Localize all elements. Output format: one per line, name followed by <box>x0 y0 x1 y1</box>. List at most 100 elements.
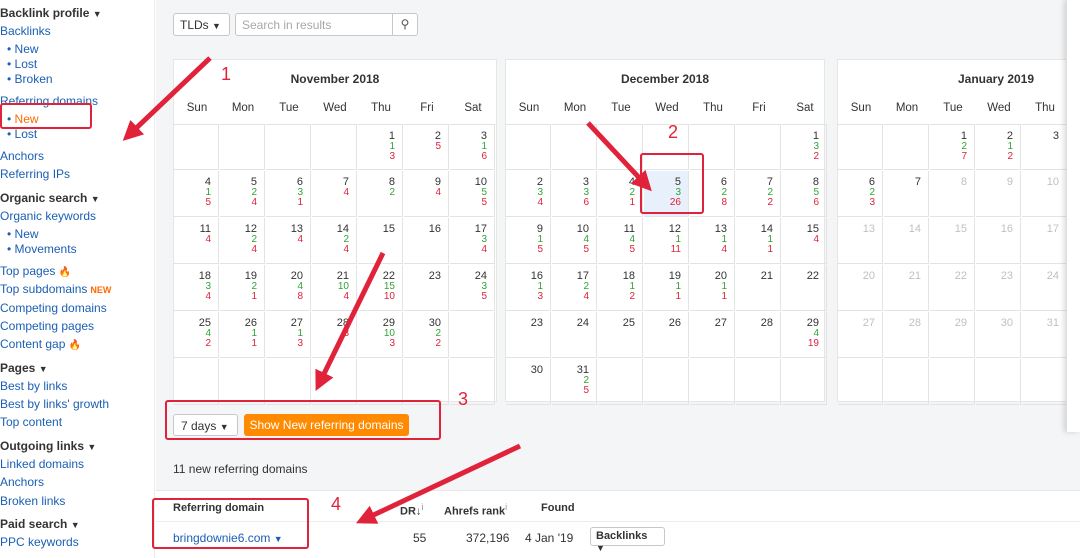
calendar-day-cell[interactable]: 16 1 3 <box>506 265 551 311</box>
sidebar-item-organic-keywords-new[interactable]: New <box>7 227 39 241</box>
calendar-day-cell[interactable]: 11 4 <box>174 218 219 264</box>
calendar-day-cell[interactable]: 18 1 2 <box>598 265 643 311</box>
calendar-day-cell[interactable]: 14 1 1 <box>736 218 781 264</box>
calendar-day-cell[interactable]: 22 <box>930 265 975 311</box>
calendar-day-cell[interactable]: 22 15 10 <box>358 265 403 311</box>
calendar-day-cell[interactable]: 19 2 1 <box>220 265 265 311</box>
calendar-day-cell[interactable]: 28 3 <box>312 312 357 358</box>
calendar-day-cell[interactable]: 20 1 1 <box>690 265 735 311</box>
calendar-day-cell[interactable]: 24 <box>1022 265 1067 311</box>
calendar-day-cell[interactable]: 17 3 4 <box>450 218 495 264</box>
calendar-day-cell[interactable]: 13 <box>838 218 883 264</box>
sidebar-item-backlinks-broken[interactable]: Broken <box>7 72 53 86</box>
calendar-day-cell[interactable]: 14 2 4 <box>312 218 357 264</box>
calendar-day-cell[interactable]: 29 10 3 <box>358 312 403 358</box>
calendar-day-cell[interactable]: 30 2 2 <box>404 312 449 358</box>
calendar-day-cell[interactable]: 23 <box>404 265 449 311</box>
sidebar-item-linked-domains[interactable]: Linked domains <box>0 457 84 471</box>
search-button[interactable]: ⚲ <box>392 13 418 36</box>
calendar-day-cell[interactable]: 12 2 4 <box>220 218 265 264</box>
calendar-day-cell[interactable]: 25 4 2 <box>174 312 219 358</box>
sidebar-item-ppc-keywords[interactable]: PPC keywords <box>0 535 79 549</box>
sidebar-item-referring-ips[interactable]: Referring IPs <box>0 167 70 181</box>
sidebar-item-backlinks-lost[interactable]: Lost <box>7 57 38 71</box>
calendar-day-cell[interactable]: 15 4 <box>782 218 827 264</box>
calendar-day-cell[interactable]: 17 <box>1022 218 1067 264</box>
calendar-day-cell[interactable]: 28 <box>884 312 929 358</box>
calendar-day-cell[interactable]: 23 <box>976 265 1021 311</box>
calendar-day-cell[interactable]: 25 <box>404 124 449 170</box>
sidebar-item-organic-keywords[interactable]: Organic keywords <box>0 209 96 223</box>
sidebar-item-backlinks[interactable]: Backlinks <box>0 24 51 38</box>
calendar-day-cell[interactable]: 524 <box>220 171 265 217</box>
calendar-day-cell[interactable]: 16 <box>976 218 1021 264</box>
calendar-day-cell[interactable]: 94 <box>404 171 449 217</box>
calendar-day-cell[interactable]: 24 3 5 <box>450 265 495 311</box>
calendar-day-cell[interactable]: 20 4 8 <box>266 265 311 311</box>
calendar-day-cell[interactable]: 82 <box>358 171 403 217</box>
calendar-day-cell[interactable]: 336 <box>552 171 597 217</box>
calendar-day-cell[interactable]: 132 <box>782 124 827 170</box>
calendar-day-cell[interactable]: 421 <box>598 171 643 217</box>
calendar-day-cell[interactable]: 31 <box>1022 312 1067 358</box>
sidebar-heading-backlink-profile[interactable]: Backlink profile ▼ <box>0 6 102 21</box>
sidebar-heading-organic-search[interactable]: Organic search ▼ <box>0 191 100 206</box>
calendar-day-cell[interactable]: 722 <box>736 171 781 217</box>
calendar-day-cell[interactable]: 13 4 <box>266 218 311 264</box>
sidebar-item-best-by-links-growth[interactable]: Best by links' growth <box>0 397 109 411</box>
calendar-day-cell[interactable]: 623 <box>838 171 883 217</box>
calendar-day-cell[interactable]: 74 <box>312 171 357 217</box>
sidebar-item-broken-links[interactable]: Broken links <box>0 494 65 508</box>
calendar-day-cell[interactable]: 234 <box>506 171 551 217</box>
calendar-day-cell[interactable]: 21 <box>884 265 929 311</box>
calendar-day-cell[interactable]: 9 <box>976 171 1021 217</box>
calendar-day-cell[interactable]: 12 1 11 <box>644 218 689 264</box>
sidebar-item-referring-domains-lost[interactable]: Lost <box>7 127 38 141</box>
calendar-day-cell[interactable]: 29 4 19 <box>782 312 827 358</box>
calendar-day-cell[interactable]: 127 <box>930 124 975 170</box>
search-input[interactable] <box>235 13 393 36</box>
sidebar-item-competing-domains[interactable]: Competing domains <box>0 301 107 315</box>
calendar-day-cell[interactable]: 212 <box>976 124 1021 170</box>
calendar-day-cell[interactable]: 20 <box>838 265 883 311</box>
sidebar-item-content-gap[interactable]: Content gap 🔥 <box>0 337 81 353</box>
calendar-day-cell[interactable]: 21 <box>736 265 781 311</box>
sidebar-heading-paid-search[interactable]: Paid search ▼ <box>0 517 80 532</box>
calendar-day-cell[interactable]: 8 <box>930 171 975 217</box>
sidebar-heading-outgoing-links[interactable]: Outgoing links ▼ <box>0 439 96 454</box>
calendar-day-cell[interactable]: 29 <box>930 312 975 358</box>
sidebar-item-outgoing-anchors[interactable]: Anchors <box>0 475 44 489</box>
calendar-day-cell[interactable]: 3 <box>1022 124 1067 170</box>
calendar-day-cell[interactable]: 7 <box>884 171 929 217</box>
calendar-day-cell[interactable]: 23 <box>506 312 551 358</box>
calendar-day-cell[interactable]: 30 <box>506 359 551 405</box>
sidebar-item-top-pages[interactable]: Top pages 🔥 <box>0 264 71 280</box>
calendar-day-cell[interactable]: 26 1 1 <box>220 312 265 358</box>
sidebar-item-competing-pages[interactable]: Competing pages <box>0 319 94 333</box>
sidebar-item-top-subdomains[interactable]: Top subdomains NEW <box>0 282 111 297</box>
calendar-day-cell[interactable]: 415 <box>174 171 219 217</box>
calendar-day-cell[interactable]: 15 <box>930 218 975 264</box>
calendar-day-cell[interactable]: 25 <box>598 312 643 358</box>
calendar-day-cell[interactable]: 19 1 1 <box>644 265 689 311</box>
sidebar-item-top-content[interactable]: Top content <box>0 415 62 429</box>
calendar-day-cell[interactable]: 10 5 5 <box>450 171 495 217</box>
sidebar-heading-pages[interactable]: Pages ▼ <box>0 361 48 376</box>
calendar-day-cell[interactable]: 856 <box>782 171 827 217</box>
sidebar-item-organic-keywords-movements[interactable]: Movements <box>7 242 77 256</box>
calendar-day-cell[interactable]: 22 <box>782 265 827 311</box>
sidebar-item-anchors[interactable]: Anchors <box>0 149 44 163</box>
calendar-day-cell[interactable]: 17 2 4 <box>552 265 597 311</box>
calendar-day-cell[interactable]: 316 <box>450 124 495 170</box>
calendar-day-cell[interactable]: 10 <box>1022 171 1067 217</box>
calendar-day-cell[interactable]: 21 10 4 <box>312 265 357 311</box>
calendar-day-cell[interactable]: 27 <box>690 312 735 358</box>
calendar-day-cell[interactable]: 27 1 3 <box>266 312 311 358</box>
calendar-day-cell[interactable]: 915 <box>506 218 551 264</box>
calendar-day-cell[interactable]: 31 2 5 <box>552 359 597 405</box>
calendar-day-cell[interactable]: 15 <box>358 218 403 264</box>
tlds-dropdown[interactable]: TLDs ▼ <box>173 13 230 36</box>
calendar-day-cell[interactable]: 113 <box>358 124 403 170</box>
calendar-day-cell[interactable]: 26 <box>644 312 689 358</box>
sidebar-item-backlinks-new[interactable]: New <box>7 42 39 56</box>
